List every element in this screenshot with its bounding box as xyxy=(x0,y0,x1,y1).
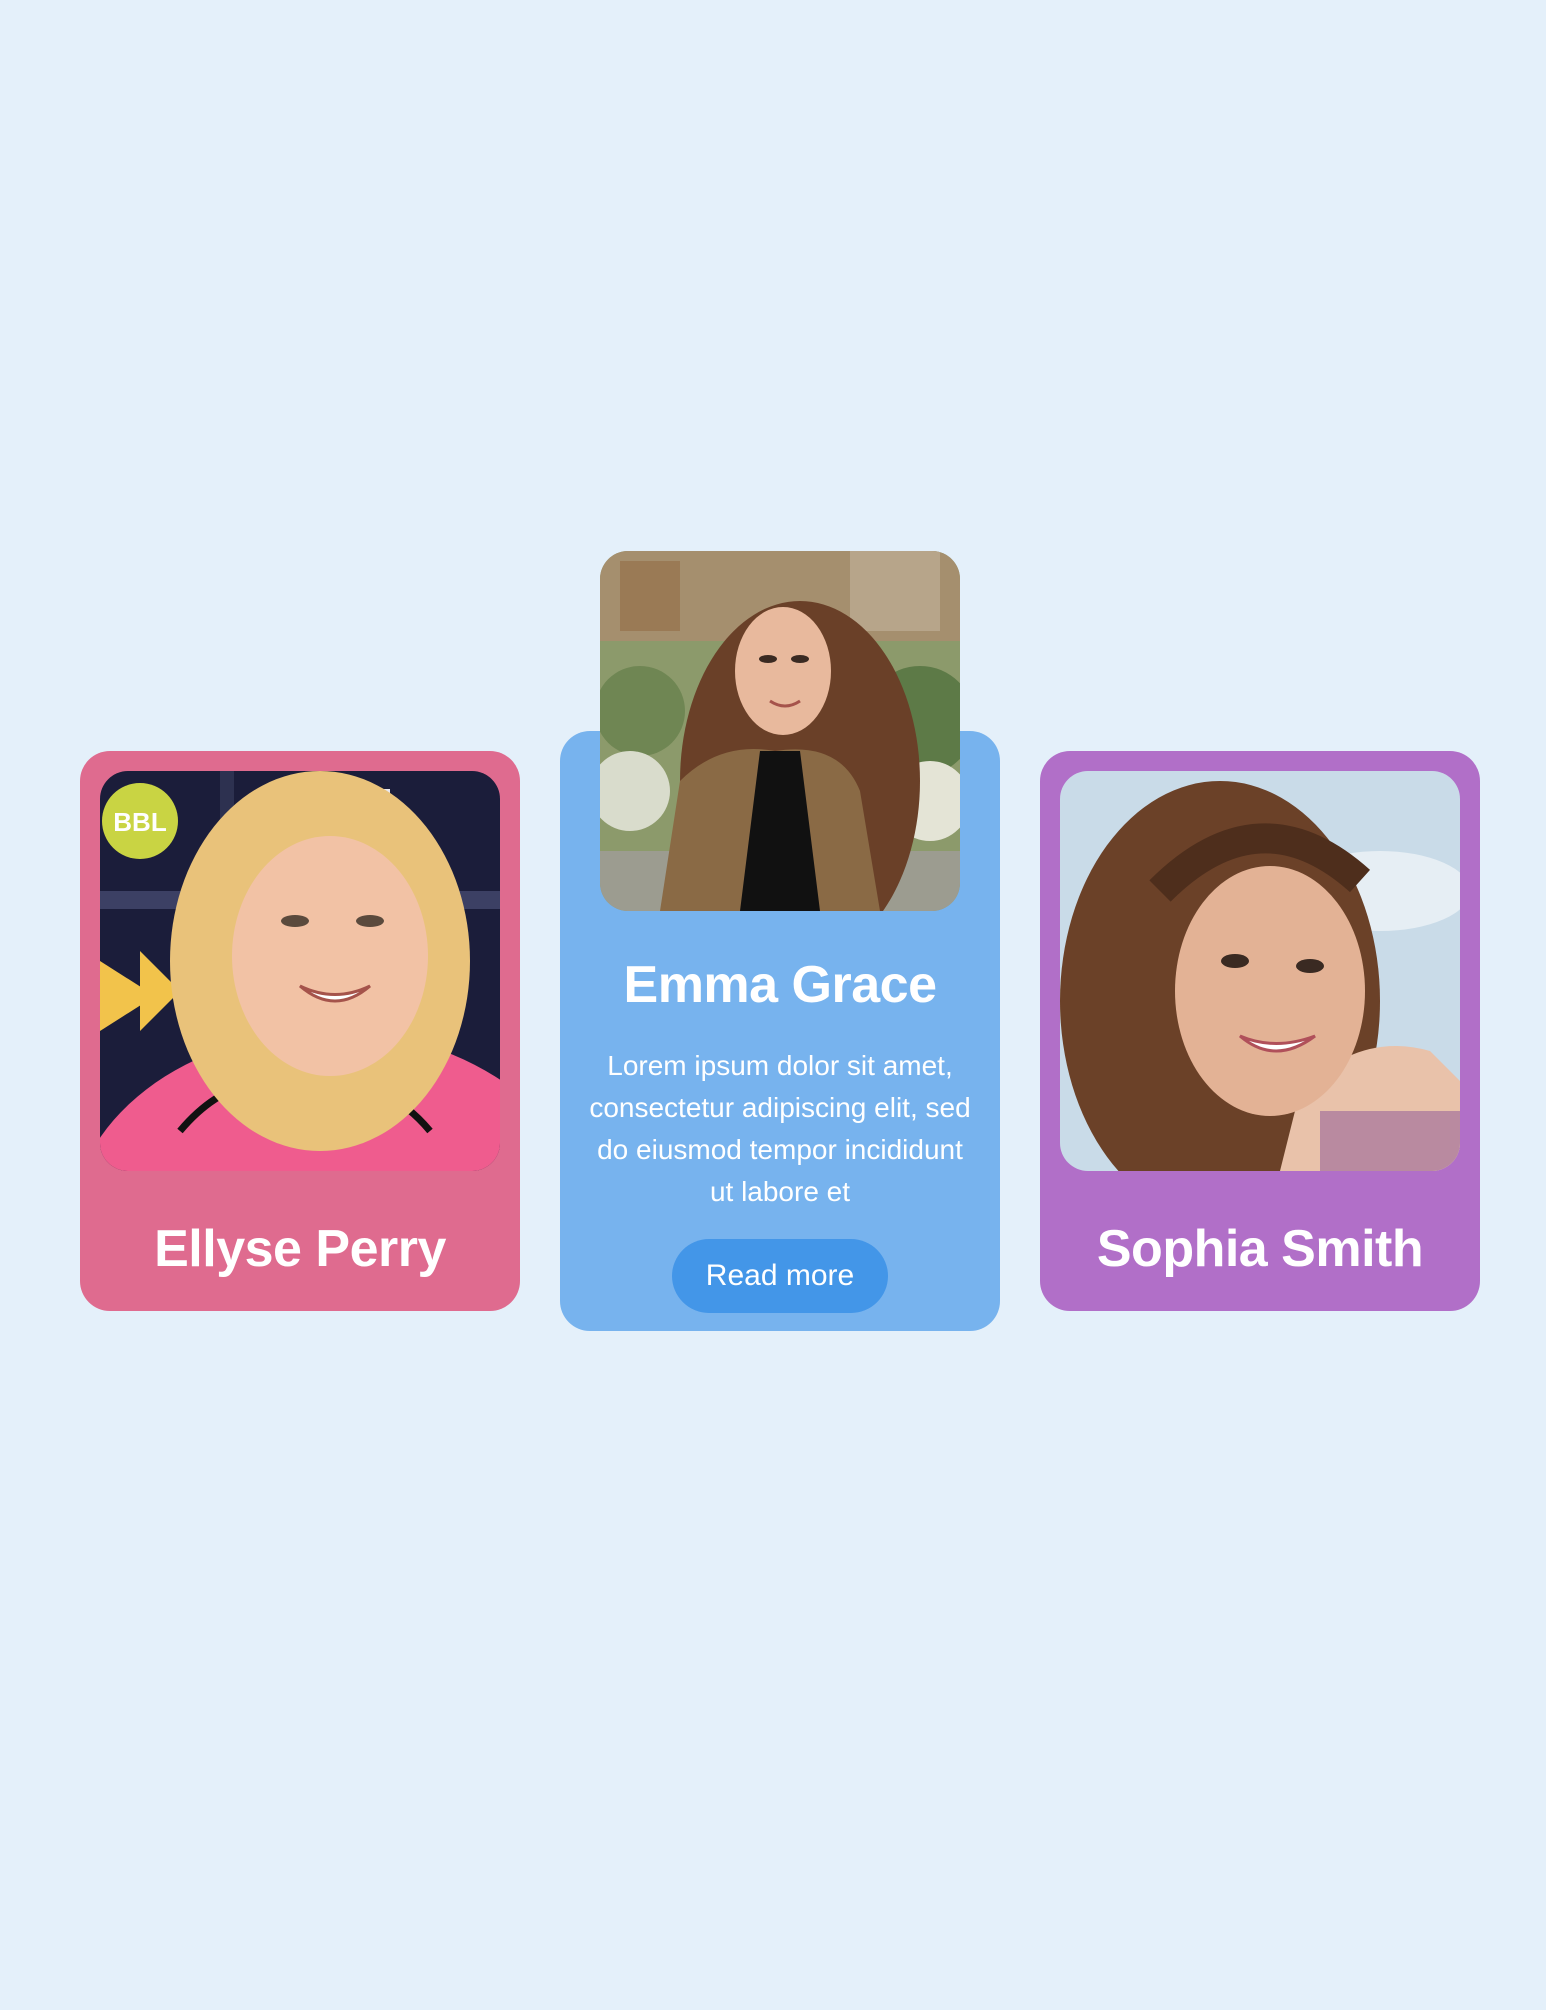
profile-photo xyxy=(1060,771,1460,1171)
profile-description: Lorem ipsum dolor sit amet, consectetur … xyxy=(589,1050,971,1207)
profile-card-ellyse-perry[interactable]: BBL Ellyse Perry xyxy=(80,751,520,1311)
profile-name: Sophia Smith xyxy=(1096,1220,1424,1278)
profile-name: Ellyse Perry xyxy=(154,1220,446,1278)
svg-text:BBL: BBL xyxy=(113,807,167,837)
read-more-button[interactable]: Read more xyxy=(672,1239,888,1313)
profile-photo xyxy=(600,551,960,911)
profile-card-sophia-smith[interactable]: Sophia Smith xyxy=(1040,751,1480,1311)
profile-photo: BBL xyxy=(100,771,500,1171)
profile-name: Emma Grace xyxy=(623,956,937,1014)
